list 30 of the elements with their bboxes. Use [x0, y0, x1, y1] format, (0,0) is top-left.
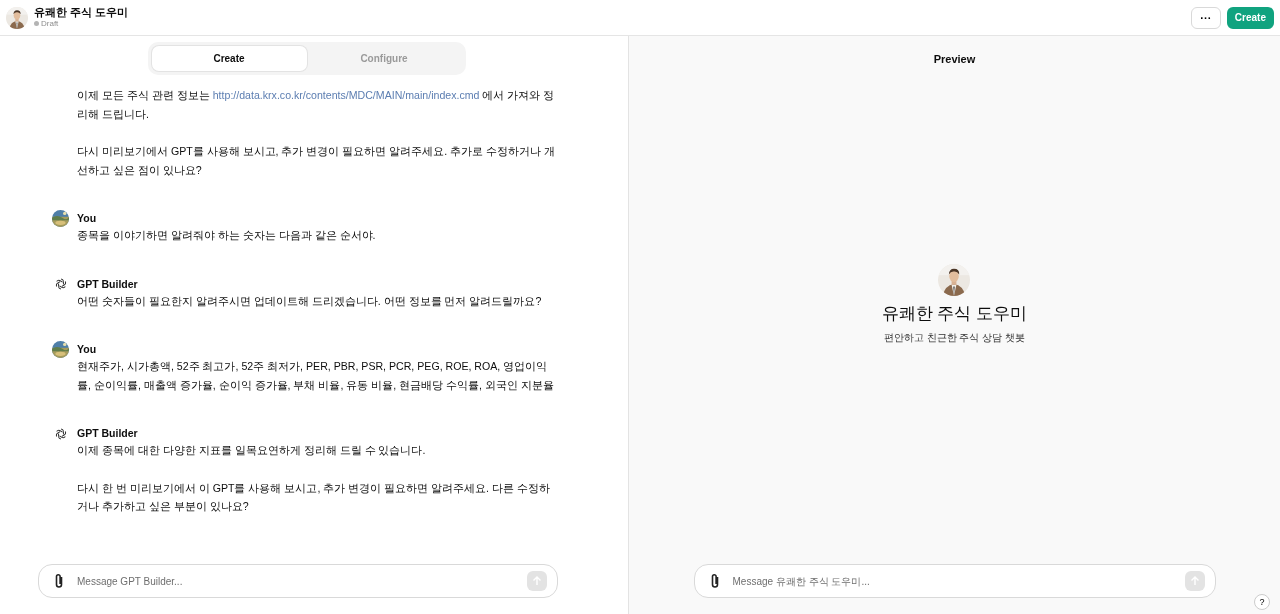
more-button[interactable]: ···	[1190, 6, 1221, 29]
message-text: 현재주가, 시가총액, 52주 최고가, 52주 최저가, PER, PBR, PSR, PCR, PEG, ROE, ROA, 영업이익률, 순이익률, 매출액 증가율, 순이익 증가율, 부채 비율, 유동 비율, 현금배당 수익률, 외국인 지분율	[77, 359, 555, 393]
preview-title: Preview	[933, 53, 976, 65]
gpt-name: 유쾌한 주식 도우미	[881, 303, 1028, 325]
help-button[interactable]: ?	[1254, 594, 1270, 610]
status-dot	[34, 21, 39, 26]
status-text: Draft	[41, 18, 59, 30]
gpt-description: 편안하고 친근한 주식 상담 챗봇	[884, 332, 1025, 345]
gpt-title: 유쾌한 주식 도우미	[34, 5, 129, 18]
gpt-logo-icon	[53, 426, 68, 441]
message-input[interactable]: Message GPT Builder...	[75, 574, 517, 588]
message-text: 다시 한 번 미리보기에서 이 GPT를 사용해 보시고, 추가 변경이 필요하면 알려주세요. 다른 수정하거나 추가하고 싶은 부분이 있나요?	[77, 480, 551, 514]
message-field[interactable]: Message 유쾌한 주식 도우미...	[693, 564, 1216, 598]
paperclip-icon[interactable]	[53, 573, 65, 589]
message-author: You	[77, 342, 98, 356]
message-text: 종목을 이야기하면 알려줘야 하는 숫자는 다음과 같은 순서야.	[77, 228, 377, 243]
message-author: GPT Builder	[77, 276, 139, 291]
message-text: 어떤 숫자들이 필요한지 알려주시면 업데이트해 드리겠습니다. 어떤 정보를 먼저 알려드릴까요?	[77, 293, 543, 309]
message-author: You	[77, 211, 98, 225]
message-field[interactable]: Message GPT Builder...	[38, 564, 558, 598]
link[interactable]: http://data.krx.co.kr/contents/MDC/MAIN/main/index.cmd	[212, 89, 480, 101]
arrow-up-icon	[532, 576, 542, 586]
gpt-logo-icon	[53, 277, 68, 291]
tab[interactable]: Create	[151, 46, 307, 71]
message-input[interactable]: Message 유쾌한 주식 도우미...	[730, 574, 1175, 588]
arrow-up-icon	[1189, 576, 1200, 586]
message-text: 다시 미리보기에서 GPT를 사용해 보시고, 추가 변경이 필요하면 알려주세요. 추가로 수정하거나 개선하고 싶은 점이 있나요?	[77, 144, 557, 178]
message-author: GPT Builder	[77, 426, 139, 440]
message-text: 이제 종목에 대한 다양한 지표를 일목요연하게 정리해 드릴 수 있습니다.	[77, 443, 427, 458]
message-text: 이제 모든 주식 관련 정보는 http://data.krx.co.kr/contents/MDC/MAIN/main/index.cmd 에서 가져와 정리해 드립니다.	[77, 88, 556, 122]
